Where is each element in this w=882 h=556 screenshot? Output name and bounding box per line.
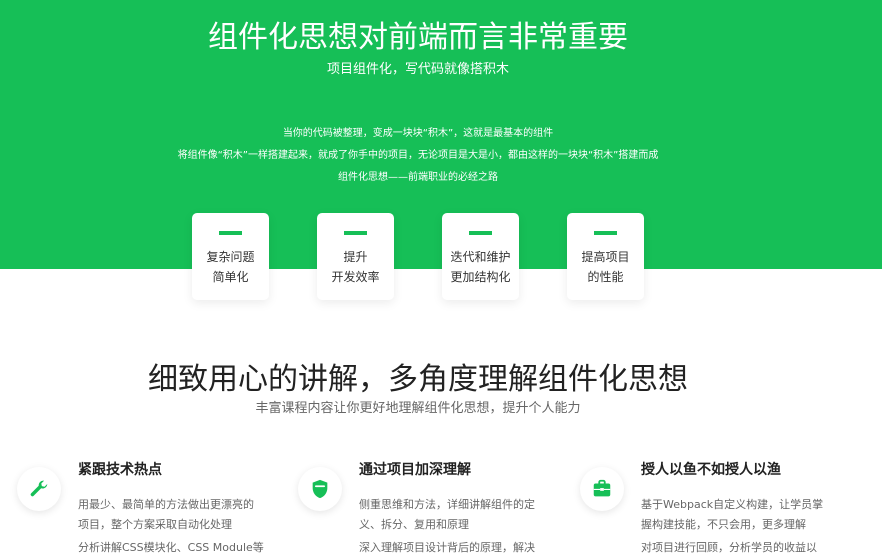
feature-description-line: 握构建技能，不只会用，更多理解: [641, 518, 806, 531]
card-line: 迭代和维护: [450, 250, 511, 264]
feature-extra-text: 对项目进行回顾，分析学员的收益以: [641, 541, 817, 554]
card-text: 迭代和维护 更加结构化: [442, 247, 519, 287]
hero-title: 组件化思想对前端而言非常重要: [208, 20, 628, 55]
feature-description-line: 侧重思维和方法，详细讲解组件的定: [359, 498, 535, 511]
card-text: 复杂问题 简单化: [192, 247, 269, 287]
feature-description-line: 项目，整个方案采取自动化处理: [78, 518, 232, 531]
feature-description: 基于Webpack自定义构建，让学员掌 握构建技能，不只会用，更多理解: [641, 495, 823, 535]
hero-description-line: 当你的代码被整理，变成一块块“积木”，这就是最基本的组件: [282, 128, 554, 139]
hero-banner: 组件化思想对前端而言非常重要 项目组件化，写代码就像搭积木 当你的代码被整理，变…: [0, 0, 882, 269]
card-text: 提高项目 的性能: [567, 247, 644, 287]
feature-title: 通过项目加深理解: [359, 462, 471, 478]
feature-description-line: 义、拆分、复用和原理: [359, 518, 469, 531]
card-text: 提升 开发效率: [317, 247, 394, 287]
feature-description: 侧重思维和方法，详细讲解组件的定 义、拆分、复用和原理: [359, 495, 535, 535]
benefit-card-performance: 提高项目 的性能: [567, 213, 644, 300]
card-line: 简单化: [212, 270, 249, 284]
feature-description: 用最少、最简单的方法做出更漂亮的 项目，整个方案采取自动化处理: [78, 495, 254, 535]
card-accent-bar: [594, 231, 617, 235]
feature-extra-text: 分析讲解CSS模块化、CSS Module等: [78, 541, 264, 554]
section-title: 细致用心的讲解，多角度理解组件化思想: [148, 362, 688, 397]
benefit-card-simplify: 复杂问题 简单化: [192, 213, 269, 300]
wrench-icon: [17, 467, 61, 511]
card-accent-bar: [469, 231, 492, 235]
card-accent-bar: [219, 231, 242, 235]
card-line: 提高项目: [581, 250, 630, 264]
benefit-card-efficiency: 提升 开发效率: [317, 213, 394, 300]
hero-subtitle: 项目组件化，写代码就像搭积木: [326, 62, 509, 77]
card-accent-bar: [344, 231, 367, 235]
feature-title: 授人以鱼不如授人以渔: [641, 462, 781, 478]
hero-description: 当你的代码被整理，变成一块块“积木”，这就是最基本的组件 将组件像“积木”一样搭…: [0, 123, 836, 189]
feature-extra-text: 深入理解项目设计背后的原理，解决: [359, 541, 535, 554]
feature-description-line: 基于Webpack自定义构建，让学员掌: [641, 498, 824, 511]
card-line: 复杂问题: [206, 250, 255, 264]
feature-title: 紧跟技术热点: [78, 462, 162, 478]
hero-description-line: 组件化思想——前端职业的必经之路: [338, 172, 498, 183]
benefit-card-structure: 迭代和维护 更加结构化: [442, 213, 519, 300]
card-line: 提升: [343, 250, 368, 264]
hero-description-line: 将组件像“积木”一样搭建起来，就成了你手中的项目，无论项目是大是小，都由这样的一…: [177, 150, 659, 161]
toolbox-icon: [580, 467, 624, 511]
shield-icon: [298, 467, 342, 511]
card-line: 更加结构化: [450, 270, 511, 284]
card-line: 的性能: [587, 270, 624, 284]
card-line: 开发效率: [331, 270, 380, 284]
section-subtitle: 丰富课程内容让你更好地理解组件化思想，提升个人能力: [255, 401, 581, 416]
feature-description-line: 用最少、最简单的方法做出更漂亮的: [78, 498, 254, 511]
